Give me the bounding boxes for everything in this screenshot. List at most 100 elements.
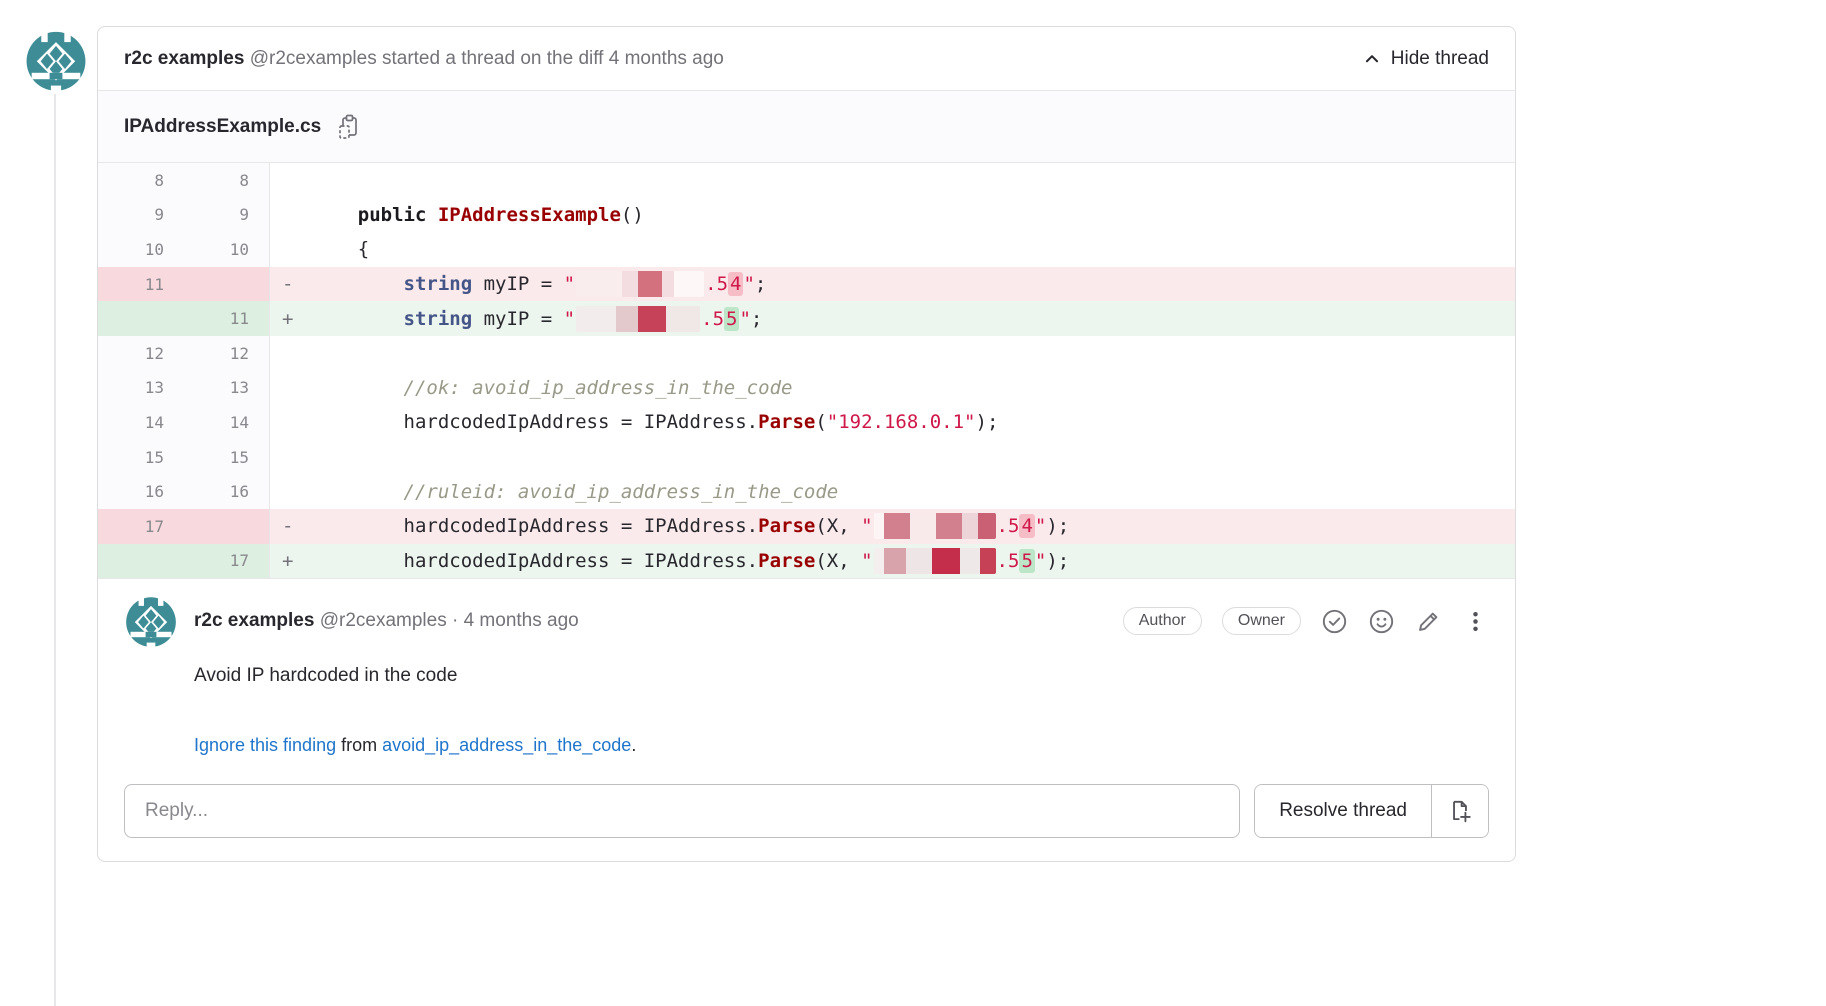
- diff-row: 1515: [98, 440, 1515, 475]
- author-badge: Author: [1123, 607, 1202, 635]
- thread-action-text: started a thread on the diff: [382, 48, 603, 69]
- new-line-number[interactable]: 13: [184, 371, 270, 406]
- code-line: hardcodedIpAddress = IPAddress.Parse("19…: [270, 405, 1515, 440]
- new-line-number[interactable]: 11: [184, 301, 270, 336]
- thread-author-avatar[interactable]: [24, 26, 88, 94]
- ignore-finding-link[interactable]: Ignore this finding: [194, 735, 336, 755]
- diff-row: 11 - string myIP = ".54";: [98, 267, 1515, 302]
- new-line-number[interactable]: 8: [184, 163, 270, 198]
- diff-row: 17+ hardcodedIpAddress = IPAddress.Parse…: [98, 544, 1515, 579]
- new-line-number[interactable]: 10: [184, 232, 270, 267]
- old-line-number[interactable]: 13: [98, 371, 184, 406]
- file-header: IPAddressExample.cs: [98, 91, 1515, 163]
- from-text: from: [336, 735, 382, 755]
- thread-timestamp[interactable]: 4 months ago: [609, 48, 724, 69]
- comment-body: Avoid IP hardcoded in the code: [194, 665, 1489, 687]
- reply-row: Resolve thread: [124, 784, 1489, 838]
- comment-header: r2c examples @r2cexamples · 4 months ago…: [124, 593, 1489, 649]
- diff-row: 88: [98, 163, 1515, 198]
- pencil-icon: [1415, 608, 1442, 635]
- old-line-number[interactable]: 16: [98, 474, 184, 509]
- code-line: [270, 336, 1515, 371]
- old-line-number[interactable]: 17: [98, 509, 184, 544]
- new-line-number[interactable]: 17: [184, 544, 270, 579]
- thread-author-name[interactable]: r2c examples: [124, 48, 244, 69]
- more-actions-button[interactable]: [1462, 608, 1489, 635]
- owner-badge: Owner: [1222, 607, 1301, 635]
- thread-header: r2c examples @r2cexamples started a thre…: [98, 27, 1515, 91]
- diff-row: 99 public IPAddressExample(): [98, 198, 1515, 233]
- new-line-number[interactable]: 9: [184, 198, 270, 233]
- code-line: [270, 163, 1515, 198]
- old-line-number[interactable]: 9: [98, 198, 184, 233]
- diff-marker: -: [270, 515, 312, 537]
- diff-table: 8899 public IPAddressExample()1010 {11- …: [98, 163, 1515, 579]
- new-line-number[interactable]: 12: [184, 336, 270, 371]
- old-line-number[interactable]: 14: [98, 405, 184, 440]
- comment: r2c examples @r2cexamples · 4 months ago…: [98, 579, 1515, 853]
- code-line: + string myIP = ".55";: [270, 301, 1515, 336]
- redacted-ip: [874, 513, 996, 539]
- new-line-number[interactable]: 15: [184, 440, 270, 475]
- thread-header-text: r2c examples @r2cexamples started a thre…: [124, 48, 724, 70]
- diff-marker: +: [270, 308, 312, 330]
- reply-input[interactable]: [124, 784, 1240, 838]
- r2c-logo-icon: [24, 26, 88, 94]
- code-line: //ok: avoid_ip_address_in_the_code: [270, 371, 1515, 406]
- edit-comment-button[interactable]: [1415, 608, 1442, 635]
- new-line-number[interactable]: 16: [184, 474, 270, 509]
- redacted-ip: [576, 271, 704, 297]
- comment-meta-text: @r2cexamples · 4 months ago: [320, 610, 579, 631]
- new-line-number[interactable]: [184, 267, 270, 302]
- old-line-number[interactable]: 12: [98, 336, 184, 371]
- hide-thread-button[interactable]: Hide thread: [1363, 48, 1489, 70]
- discussion-card: r2c examples @r2cexamples started a thre…: [97, 26, 1516, 862]
- diff-row: 17 - hardcodedIpAddress = IPAddress.Parse…: [98, 509, 1515, 544]
- comment-links: Ignore this finding from avoid_ip_addres…: [194, 735, 1489, 756]
- period-text: .: [631, 735, 636, 755]
- diff-row: 1414 hardcodedIpAddress = IPAddress.Pars…: [98, 405, 1515, 440]
- code-line: [270, 440, 1515, 475]
- chevron-up-icon: [1363, 50, 1381, 68]
- diff-row: 1010 {: [98, 232, 1515, 267]
- thread-connector-line: [54, 94, 56, 1006]
- rule-link[interactable]: avoid_ip_address_in_the_code: [382, 735, 631, 755]
- code-line: {: [270, 232, 1515, 267]
- add-reaction-button[interactable]: [1368, 608, 1395, 635]
- code-line: //ruleid: avoid_ip_address_in_the_code: [270, 474, 1515, 509]
- redacted-ip: [576, 306, 700, 332]
- diff-marker: -: [270, 273, 312, 295]
- diff-marker: +: [270, 550, 312, 572]
- old-line-number[interactable]: 8: [98, 163, 184, 198]
- comment-actions: Author Owner: [1123, 607, 1489, 635]
- new-line-number[interactable]: 14: [184, 405, 270, 440]
- comment-meta: r2c examples @r2cexamples · 4 months ago: [194, 610, 1123, 632]
- file-name[interactable]: IPAddressExample.cs: [124, 116, 321, 138]
- copy-file-path-button[interactable]: [337, 114, 361, 140]
- new-issue-icon: [1447, 798, 1473, 824]
- old-line-number[interactable]: 15: [98, 440, 184, 475]
- comment-author-name[interactable]: r2c examples: [194, 610, 314, 631]
- comment-author-avatar[interactable]: [124, 593, 178, 649]
- check-circle-icon: [1321, 608, 1348, 635]
- old-line-number[interactable]: [98, 544, 184, 579]
- new-line-number[interactable]: [184, 509, 270, 544]
- r2c-logo-icon: [124, 593, 178, 649]
- diff-row: 11+ string myIP = ".55";: [98, 301, 1515, 336]
- clipboard-copy-icon: [337, 114, 361, 140]
- resolve-with-issue-button[interactable]: [1432, 785, 1488, 837]
- diff-row: 1313 //ok: avoid_ip_address_in_the_code: [98, 371, 1515, 406]
- old-line-number[interactable]: [98, 301, 184, 336]
- old-line-number[interactable]: 11: [98, 267, 184, 302]
- code-line: public IPAddressExample(): [270, 198, 1515, 233]
- smiley-icon: [1368, 608, 1395, 635]
- old-line-number[interactable]: 10: [98, 232, 184, 267]
- resolve-thread-button[interactable]: Resolve thread: [1255, 785, 1432, 837]
- redacted-ip: [874, 548, 996, 574]
- code-line: - string myIP = ".54";: [270, 267, 1515, 302]
- resolve-comment-button[interactable]: [1321, 608, 1348, 635]
- code-line: - hardcodedIpAddress = IPAddress.Parse(X…: [270, 509, 1515, 544]
- thread-author-handle[interactable]: @r2cexamples: [250, 48, 377, 69]
- hide-thread-label: Hide thread: [1391, 48, 1489, 70]
- diff-row: 1212: [98, 336, 1515, 371]
